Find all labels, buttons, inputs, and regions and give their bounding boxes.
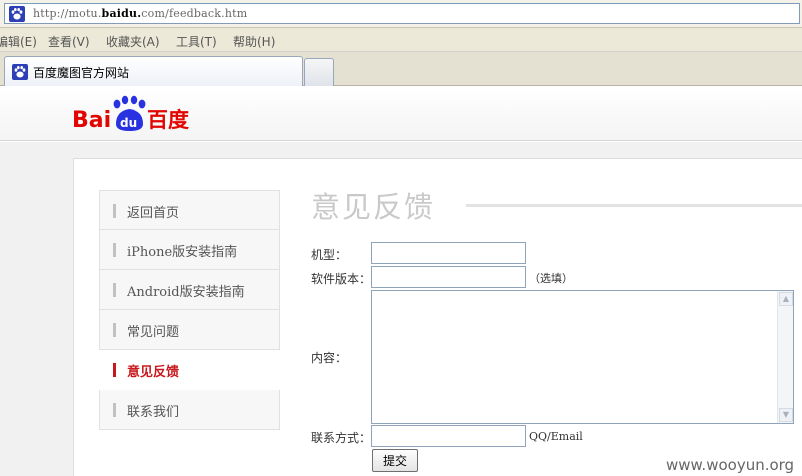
url-suffix: com/feedback.htm — [141, 7, 248, 20]
submit-button[interactable]: 提交 — [372, 449, 418, 472]
content-textarea[interactable]: ▲ ▼ — [371, 290, 794, 424]
sidebar-item-label: 常见问题 — [127, 325, 180, 340]
scroll-up-icon[interactable]: ▲ — [779, 292, 793, 306]
contact-hint: QQ/Email — [529, 430, 583, 443]
sidebar-item-contact[interactable]: 联系我们 — [99, 390, 280, 430]
nav-marker — [113, 323, 116, 337]
logo-cn: 百度 — [147, 108, 189, 132]
tab-title: 百度魔图官方网站 — [33, 66, 130, 80]
sidebar-item-label: Android版安装指南 — [127, 285, 245, 300]
logo-du: du — [120, 116, 137, 130]
tab-bar: 百度魔图官方网站 — [0, 52, 802, 86]
sidebar-nav: 返回首页 iPhone版安装指南 Android版安装指南 常见问题 意见反馈 … — [99, 190, 280, 430]
menu-edit[interactable]: 编辑(E) — [0, 33, 37, 50]
sidebar-item-feedback[interactable]: 意见反馈 — [99, 350, 280, 390]
sidebar-item-label: iPhone版安装指南 — [127, 245, 238, 260]
sidebar-item-faq[interactable]: 常见问题 — [99, 310, 280, 350]
baidu-logo[interactable]: Bai du 百度 — [72, 94, 194, 134]
contact-input[interactable] — [371, 425, 526, 447]
new-tab-button[interactable] — [304, 58, 334, 86]
textarea-scrollbar[interactable]: ▲ ▼ — [777, 291, 793, 423]
nav-marker — [113, 204, 116, 218]
nav-marker — [113, 403, 116, 417]
optional-hint: （选填） — [529, 272, 573, 285]
logo-bai: Bai — [72, 108, 111, 133]
version-input[interactable] — [371, 266, 526, 288]
menu-view[interactable]: 查看(V) — [48, 33, 90, 50]
sidebar-item-iphone-guide[interactable]: iPhone版安装指南 — [99, 230, 280, 270]
nav-marker — [113, 363, 116, 377]
baidu-paw-icon — [9, 6, 25, 22]
url-text: http://motu.baidu.com/feedback.htm — [33, 7, 247, 20]
sidebar-item-home[interactable]: 返回首页 — [99, 190, 280, 230]
nav-marker — [113, 243, 116, 257]
menu-tools[interactable]: 工具(T) — [176, 33, 217, 50]
version-label: 软件版本： — [311, 272, 372, 286]
sidebar-item-label: 意见反馈 — [127, 365, 180, 380]
menu-favorites[interactable]: 收藏夹(A) — [106, 33, 160, 50]
model-label: 机型： — [311, 248, 348, 262]
url-field[interactable]: http://motu.baidu.com/feedback.htm — [4, 3, 800, 24]
page-title: 意见反馈 — [311, 190, 436, 224]
baidu-paw-icon — [12, 64, 28, 80]
browser-tab[interactable]: 百度魔图官方网站 — [4, 56, 303, 86]
sidebar-item-label: 联系我们 — [127, 405, 180, 420]
title-divider — [466, 204, 802, 207]
url-prefix: http://motu. — [33, 7, 102, 20]
scroll-down-icon[interactable]: ▼ — [779, 408, 793, 422]
content-label: 内容： — [311, 351, 348, 365]
sidebar-item-label: 返回首页 — [127, 206, 180, 221]
site-header: Bai du 百度 — [0, 87, 802, 141]
nav-marker — [113, 283, 116, 297]
contact-label: 联系方式： — [311, 431, 372, 445]
menu-bar: 编辑(E) 查看(V) 收藏夹(A) 工具(T) 帮助(H) — [0, 28, 802, 52]
sidebar-item-android-guide[interactable]: Android版安装指南 — [99, 270, 280, 310]
watermark: www.wooyun.org — [666, 456, 795, 474]
menu-help[interactable]: 帮助(H) — [233, 33, 275, 50]
url-domain: baidu. — [101, 7, 142, 20]
model-input[interactable] — [371, 242, 526, 264]
address-bar: http://motu.baidu.com/feedback.htm — [0, 0, 802, 28]
